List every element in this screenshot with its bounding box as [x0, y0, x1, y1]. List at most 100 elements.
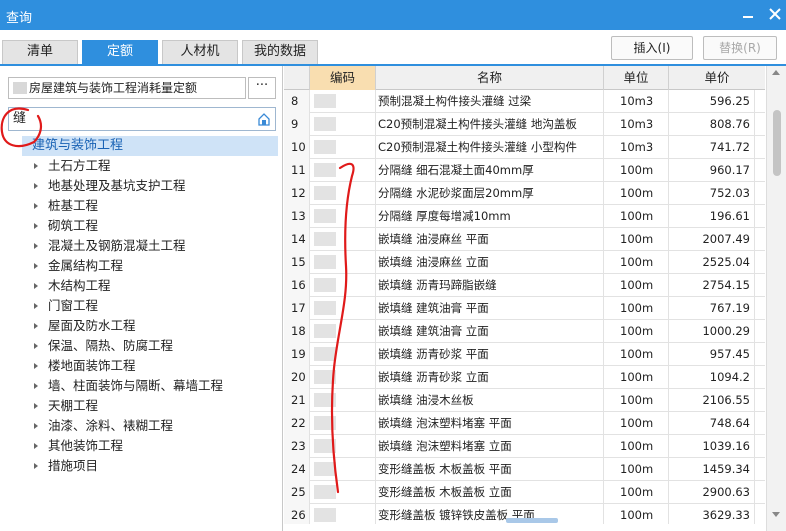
expand-arrow-icon[interactable] [34, 383, 38, 389]
tree-item[interactable]: 墙、柱面装饰与隔断、幕墙工程 [34, 376, 223, 396]
tree-item[interactable]: 保温、隔热、防腐工程 [34, 336, 173, 356]
blurred-region [314, 393, 336, 407]
replace-button[interactable]: 替换(R) [703, 36, 777, 60]
close-icon[interactable] [768, 7, 782, 21]
blurred-region [314, 462, 336, 476]
price-cell: 1459.34 [669, 458, 755, 481]
table-row[interactable]: 9 C20预制混凝土构件接头灌缝 地沟盖板 10m3 808.76 [284, 113, 765, 136]
unit-cell: 10m3 [604, 136, 669, 159]
header-unit[interactable]: 单位 [604, 66, 669, 90]
tree-item[interactable]: 桩基工程 [34, 196, 98, 216]
header-code[interactable]: 编码 [310, 66, 376, 90]
tree-item[interactable]: 屋面及防水工程 [34, 316, 136, 336]
table-row[interactable]: 23 嵌填缝 泡沫塑料堵塞 立面 100m 1039.16 [284, 435, 765, 458]
expand-arrow-icon[interactable] [34, 423, 38, 429]
unit-cell: 100m [604, 343, 669, 366]
tree-item[interactable]: 土石方工程 [34, 156, 111, 176]
more-button[interactable]: ··· [248, 77, 276, 99]
row-index: 10 [284, 136, 310, 159]
vertical-scrollbar[interactable] [766, 66, 786, 531]
tree-item[interactable]: 天棚工程 [34, 396, 98, 416]
tree-item[interactable]: 混凝土及钢筋混凝土工程 [34, 236, 186, 256]
table-row[interactable]: 19 嵌填缝 沥青砂浆 平面 100m 957.45 [284, 343, 765, 366]
window-title: 查询 [6, 11, 33, 26]
horizontal-scroll-thumb[interactable] [506, 518, 558, 523]
table-row[interactable]: 10 C20预制混凝土构件接头灌缝 小型构件 10m3 741.72 [284, 136, 765, 159]
table-row[interactable]: 11 分隔缝 细石混凝土面40mm厚 100m 960.17 [284, 159, 765, 182]
tree-item[interactable]: 其他装饰工程 [34, 436, 123, 456]
name-cell: 嵌填缝 油浸麻丝 平面 [376, 228, 604, 251]
expand-arrow-icon[interactable] [34, 243, 38, 249]
code-cell [310, 228, 376, 251]
minimize-icon[interactable] [741, 7, 755, 21]
tab-my-data[interactable]: 我的数据 [242, 40, 318, 64]
tree-item-label: 木结构工程 [48, 278, 111, 293]
table-row[interactable]: 18 嵌填缝 建筑油膏 立面 100m 1000.29 [284, 320, 765, 343]
expand-arrow-icon[interactable] [34, 363, 38, 369]
expand-arrow-icon[interactable] [34, 263, 38, 269]
table-row[interactable]: 20 嵌填缝 沥青砂浆 立面 100m 1094.2 [284, 366, 765, 389]
table-row[interactable]: 22 嵌填缝 泡沫塑料堵塞 平面 100m 748.64 [284, 412, 765, 435]
tree-item[interactable]: 措施项目 [34, 456, 98, 476]
expand-arrow-icon[interactable] [34, 443, 38, 449]
tree-item[interactable]: 门窗工程 [34, 296, 98, 316]
row-index: 11 [284, 159, 310, 182]
scroll-thumb[interactable] [773, 110, 781, 176]
quota-library-select[interactable]: 房屋建筑与装饰工程消耗量定额 [8, 77, 246, 99]
table-row[interactable]: 8 预制混凝土构件接头灌缝 过梁 10m3 596.25 [284, 90, 765, 113]
expand-arrow-icon[interactable] [34, 163, 38, 169]
header-name[interactable]: 名称 [376, 66, 604, 90]
table-row[interactable]: 25 变形缝盖板 木板盖板 立面 100m 2900.63 [284, 481, 765, 504]
tree-item[interactable]: 地基处理及基坑支护工程 [34, 176, 186, 196]
scroll-down-icon[interactable] [772, 512, 780, 517]
table-row[interactable]: 12 分隔缝 水泥砂浆面层20mm厚 100m 752.03 [284, 182, 765, 205]
unit-cell: 100m [604, 182, 669, 205]
tree-item[interactable]: 砌筑工程 [34, 216, 98, 236]
blurred-region [314, 255, 336, 269]
table-row[interactable]: 13 分隔缝 厚度每增减10mm 100m 196.61 [284, 205, 765, 228]
expand-arrow-icon[interactable] [34, 323, 38, 329]
code-cell [310, 90, 376, 113]
table-row[interactable]: 15 嵌填缝 油浸麻丝 立面 100m 2525.04 [284, 251, 765, 274]
table-row[interactable]: 16 嵌填缝 沥青玛蹄脂嵌缝 100m 2754.15 [284, 274, 765, 297]
expand-arrow-icon[interactable] [34, 183, 38, 189]
tree-root[interactable]: 建筑与装饰工程 [22, 136, 278, 156]
tree-item-label: 金属结构工程 [48, 258, 124, 273]
tree-item[interactable]: 木结构工程 [34, 276, 111, 296]
name-cell: C20预制混凝土构件接头灌缝 地沟盖板 [376, 113, 604, 136]
tree-item-label: 墙、柱面装饰与隔断、幕墙工程 [48, 378, 224, 393]
price-cell: 748.64 [669, 412, 755, 435]
expand-arrow-icon[interactable] [34, 343, 38, 349]
clear-filter-icon[interactable] [256, 111, 272, 127]
tab-labor-material-machine[interactable]: 人材机 [162, 40, 238, 64]
tree-item[interactable]: 油漆、涂料、裱糊工程 [34, 416, 173, 436]
row-index: 12 [284, 182, 310, 205]
expand-arrow-icon[interactable] [34, 283, 38, 289]
unit-cell: 100m [604, 320, 669, 343]
scroll-up-icon[interactable] [772, 70, 780, 75]
row-index: 16 [284, 274, 310, 297]
search-input[interactable]: 缝 [8, 107, 276, 131]
expand-arrow-icon[interactable] [34, 463, 38, 469]
expand-arrow-icon[interactable] [34, 203, 38, 209]
name-cell: 嵌填缝 沥青玛蹄脂嵌缝 [376, 274, 604, 297]
table-row[interactable]: 21 嵌填缝 油浸木丝板 100m 2106.55 [284, 389, 765, 412]
expand-arrow-icon[interactable] [34, 223, 38, 229]
name-cell: 嵌填缝 沥青砂浆 立面 [376, 366, 604, 389]
tree-item[interactable]: 楼地面装饰工程 [34, 356, 136, 376]
horizontal-scrollbar[interactable] [284, 516, 766, 524]
table-row[interactable]: 24 变形缝盖板 木板盖板 平面 100m 1459.34 [284, 458, 765, 481]
unit-cell: 100m [604, 481, 669, 504]
expand-arrow-icon[interactable] [34, 303, 38, 309]
price-cell: 1094.2 [669, 366, 755, 389]
tree-item[interactable]: 金属结构工程 [34, 256, 123, 276]
table-row[interactable]: 17 嵌填缝 建筑油膏 平面 100m 767.19 [284, 297, 765, 320]
expand-arrow-icon[interactable] [34, 403, 38, 409]
tab-bill[interactable]: 清单 [2, 40, 78, 64]
header-price[interactable]: 单价 [669, 66, 765, 90]
tab-quota[interactable]: 定额 [82, 40, 158, 64]
table-row[interactable]: 14 嵌填缝 油浸麻丝 平面 100m 2007.49 [284, 228, 765, 251]
tree-item-label: 地基处理及基坑支护工程 [48, 178, 186, 193]
quota-library-label: 房屋建筑与装饰工程消耗量定额 [29, 81, 198, 95]
insert-button[interactable]: 插入(I) [611, 36, 693, 60]
